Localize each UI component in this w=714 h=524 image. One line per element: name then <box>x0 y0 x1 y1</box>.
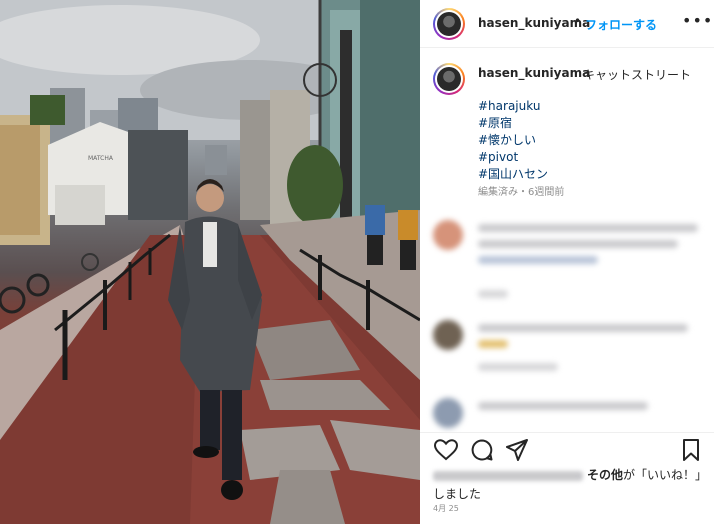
separator-dot: • <box>574 14 582 28</box>
hashtag-link[interactable]: #国山ハセン <box>478 166 548 183</box>
commenter-avatar <box>433 320 463 350</box>
comment-item <box>433 318 703 378</box>
comment-icon[interactable] <box>471 439 493 461</box>
profile-avatar[interactable] <box>433 8 465 40</box>
liker-names[interactable] <box>433 470 583 481</box>
hashtag-link[interactable]: #原宿 <box>478 115 548 132</box>
comment-item <box>433 218 703 298</box>
hashtag-list: #harajuku #原宿 #懐かしい #pivot #国山ハセン <box>478 98 548 183</box>
caption-text: キャットストリート <box>583 68 692 82</box>
svg-text:MATCHA: MATCHA <box>88 155 114 162</box>
caption-username[interactable]: hasen_kuniyama <box>478 66 590 80</box>
caption-avatar[interactable] <box>433 63 465 95</box>
edited-timestamp: 編集済み・6週間前 <box>478 187 565 198</box>
bookmark-icon[interactable] <box>682 439 700 461</box>
hashtag-link[interactable]: #懐かしい <box>478 132 548 149</box>
comment-item <box>433 396 703 428</box>
heart-icon[interactable] <box>434 439 458 461</box>
action-bar <box>420 432 714 466</box>
post-date[interactable]: 4月 25 <box>433 503 459 514</box>
follow-button[interactable]: フォローする <box>585 16 657 33</box>
likes-others-link[interactable]: その他 <box>587 468 623 482</box>
share-icon[interactable] <box>506 439 528 461</box>
hashtag-link[interactable]: #harajuku <box>478 98 548 115</box>
commenter-avatar <box>433 220 463 250</box>
likes-summary: その他が「いいね！」しました <box>433 466 708 504</box>
post-photo[interactable]: MATCHA <box>0 0 420 524</box>
post-header: hasen_kuniyama • フォローする ••• <box>420 0 714 48</box>
street-scene: MATCHA <box>0 0 420 524</box>
hashtag-link[interactable]: #pivot <box>478 149 548 166</box>
commenter-avatar <box>433 398 463 428</box>
post-sidebar: hasen_kuniyama • フォローする ••• hasen_kuniya… <box>420 0 714 524</box>
more-icon[interactable]: ••• <box>682 11 713 30</box>
